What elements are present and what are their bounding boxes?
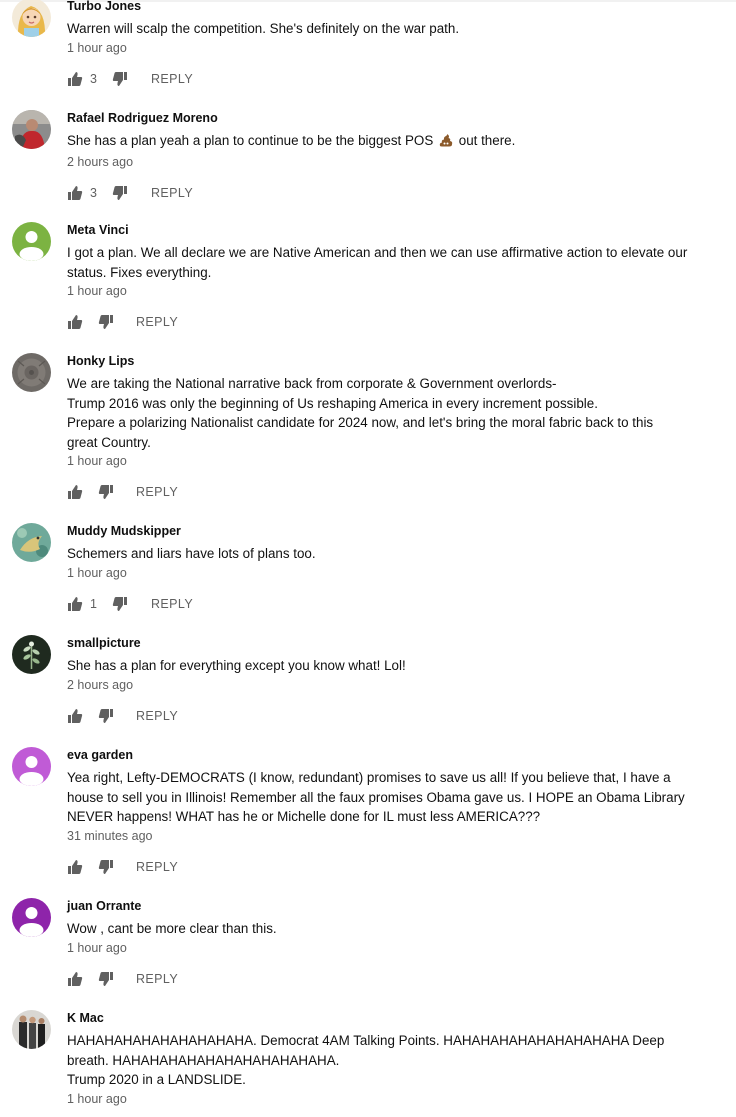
- reply-button[interactable]: REPLY: [151, 594, 193, 614]
- comment-text-line: Warren will scalp the competition. She's…: [67, 21, 460, 36]
- comment-text: Yea right, Lefty-DEMOCRATS (I know, redu…: [67, 768, 707, 827]
- comment-text: HAHAHAHAHAHAHAHAHAHA. Democrat 4AM Talki…: [67, 1031, 707, 1090]
- comment-text-line: She has a plan yeah a plan to continue t…: [67, 131, 707, 153]
- comment-author[interactable]: Turbo Jones: [67, 0, 707, 14]
- thumbs-down-icon[interactable]: [98, 969, 114, 989]
- poop-emoji: [439, 133, 453, 153]
- comment-author[interactable]: Muddy Mudskipper: [67, 523, 707, 539]
- comment-text-line: Trump 2020 in a LANDSLIDE.: [67, 1072, 246, 1087]
- reply-button[interactable]: REPLY: [136, 969, 178, 989]
- comment-text-line: Schemers and liars have lots of plans to…: [67, 546, 316, 561]
- comment-text: She has a plan yeah a plan to continue t…: [67, 131, 707, 153]
- like-count: 3: [90, 71, 97, 86]
- thumbs-down-icon[interactable]: [98, 312, 114, 332]
- comment-text-line: Yea right, Lefty-DEMOCRATS (I know, redu…: [67, 770, 671, 785]
- thumbs-up-icon[interactable]: [67, 69, 83, 89]
- comment-author[interactable]: Honky Lips: [67, 353, 707, 369]
- comment-text-line: status. Fixes everything.: [67, 264, 212, 280]
- avatar[interactable]: [12, 222, 51, 261]
- comment-timestamp[interactable]: 2 hours ago: [67, 154, 707, 170]
- comment-text-line: We are taking the National narrative bac…: [67, 376, 557, 391]
- comment-text-line: HAHAHAHAHAHAHAHAHAHA. Democrat 4AM Talki…: [67, 1033, 665, 1048]
- thumbs-up-icon[interactable]: [67, 857, 83, 877]
- comment-text-line: breath. HAHAHAHAHAHAHAHAHAHAHAHA.: [67, 1052, 340, 1068]
- comment-timestamp[interactable]: 1 hour ago: [67, 565, 707, 581]
- thumbs-down-icon[interactable]: [112, 69, 128, 89]
- comment-text-line: She has a plan for everything except you…: [67, 658, 406, 673]
- comment-author[interactable]: juan Orrante: [67, 898, 707, 914]
- comment-text: We are taking the National narrative bac…: [67, 374, 707, 452]
- reply-button[interactable]: REPLY: [151, 183, 193, 203]
- comment-author[interactable]: K Mac: [67, 1010, 707, 1026]
- comment-author[interactable]: eva garden: [67, 747, 707, 763]
- comment-text-line: Prepare a polarizing Nationalist candida…: [67, 415, 654, 430]
- comment-author[interactable]: Rafael Rodriguez Moreno: [67, 110, 707, 126]
- thumbs-down-icon[interactable]: [98, 857, 114, 877]
- comment-actions: 1 REPLY: [67, 594, 707, 614]
- comment-actions: REPLY: [67, 969, 707, 989]
- comment-actions: REPLY: [67, 857, 707, 877]
- comment-actions: REPLY: [67, 482, 707, 502]
- avatar[interactable]: [12, 635, 51, 674]
- avatar[interactable]: [12, 523, 51, 562]
- comment-text-segment: She has a plan yeah a plan to continue t…: [67, 133, 434, 148]
- thumbs-up-icon[interactable]: [67, 594, 83, 614]
- like-count: 3: [90, 185, 97, 200]
- comment-author[interactable]: Meta Vinci: [67, 222, 707, 238]
- comment-text: She has a plan for everything except you…: [67, 656, 707, 676]
- avatar[interactable]: [12, 353, 51, 392]
- comment-text: I got a plan. We all declare we are Nati…: [67, 243, 707, 282]
- comment-timestamp[interactable]: 1 hour ago: [67, 940, 707, 956]
- comment-timestamp[interactable]: 2 hours ago: [67, 677, 707, 693]
- comment-timestamp[interactable]: 1 hour ago: [67, 40, 707, 56]
- reply-button[interactable]: REPLY: [136, 482, 178, 502]
- comment-text: Wow , cant be more clear than this.: [67, 919, 707, 939]
- thumbs-down-icon[interactable]: [98, 706, 114, 726]
- thumbs-up-icon[interactable]: [67, 183, 83, 203]
- comment-timestamp[interactable]: 31 minutes ago: [67, 828, 707, 844]
- comment-text-line: Trump 2016 was only the beginning of Us …: [67, 395, 598, 411]
- avatar[interactable]: [12, 0, 51, 37]
- comment-text: Schemers and liars have lots of plans to…: [67, 544, 707, 564]
- avatar[interactable]: [12, 898, 51, 937]
- comment-text-line: great Country.: [67, 434, 151, 450]
- comment-actions: 3 REPLY: [67, 183, 707, 203]
- comment-actions: REPLY: [67, 312, 707, 332]
- reply-button[interactable]: REPLY: [136, 706, 178, 726]
- like-count: 1: [90, 596, 97, 611]
- comment-timestamp[interactable]: 1 hour ago: [67, 1091, 707, 1107]
- comment-text-line: I got a plan. We all declare we are Nati…: [67, 245, 688, 260]
- comment-timestamp[interactable]: 1 hour ago: [67, 283, 707, 299]
- thumbs-up-icon[interactable]: [67, 706, 83, 726]
- comment-actions: REPLY: [67, 706, 707, 726]
- comment-actions: 3 REPLY: [67, 69, 707, 89]
- thumbs-up-icon[interactable]: [67, 482, 83, 502]
- comment-text-line: Wow , cant be more clear than this.: [67, 921, 277, 936]
- avatar[interactable]: [12, 110, 51, 149]
- thumbs-down-icon[interactable]: [112, 594, 128, 614]
- thumbs-up-icon[interactable]: [67, 312, 83, 332]
- avatar[interactable]: [12, 1010, 51, 1049]
- thumbs-up-icon[interactable]: [67, 969, 83, 989]
- comment-text-line: house to sell you in Illinois! Remember …: [67, 789, 685, 805]
- comment-timestamp[interactable]: 1 hour ago: [67, 453, 707, 469]
- comment-text-segment: out there.: [458, 133, 516, 148]
- thumbs-down-icon[interactable]: [112, 183, 128, 203]
- comment-author[interactable]: smallpicture: [67, 635, 707, 651]
- avatar[interactable]: [12, 747, 51, 786]
- reply-button[interactable]: REPLY: [151, 69, 193, 89]
- reply-button[interactable]: REPLY: [136, 857, 178, 877]
- reply-button[interactable]: REPLY: [136, 312, 178, 332]
- comment-text-line: NEVER happens! WHAT has he or Michelle d…: [67, 809, 541, 824]
- comment-text: Warren will scalp the competition. She's…: [67, 19, 707, 39]
- thumbs-down-icon[interactable]: [98, 482, 114, 502]
